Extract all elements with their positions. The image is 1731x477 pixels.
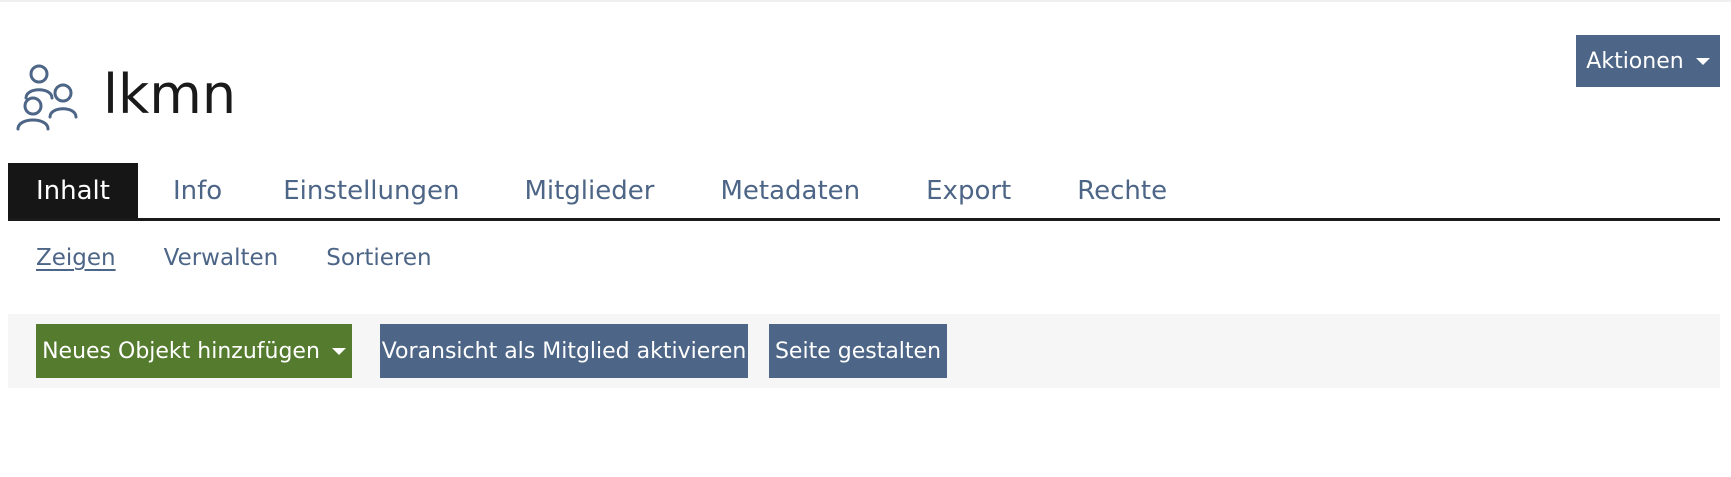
subtab-zeigen[interactable]: Zeigen [36,245,116,271]
actions-dropdown-button[interactable]: Aktionen [1576,35,1720,87]
sub-tabs: Zeigen Verwalten Sortieren [36,242,432,274]
page-header: lkmn [14,36,236,162]
preview-as-member-button[interactable]: Voransicht als Mitglied aktivieren [380,324,748,378]
subtab-sortieren[interactable]: Sortieren [326,245,431,271]
tab-einstellungen[interactable]: Einstellungen [283,163,459,218]
tab-info[interactable]: Info [173,163,222,218]
actions-label: Aktionen [1586,48,1684,74]
caret-down-icon [1695,57,1710,65]
top-divider [0,0,1731,2]
design-page-button[interactable]: Seite gestalten [769,324,947,378]
add-object-label: Neues Objekt hinzufügen [42,338,320,364]
page-title: lkmn [103,63,237,127]
tab-rechte[interactable]: Rechte [1077,163,1167,218]
tab-export[interactable]: Export [926,163,1011,218]
caret-down-icon [331,347,346,355]
add-object-button[interactable]: Neues Objekt hinzufügen [36,324,352,378]
main-tabs: Inhalt Info Einstellungen Mitglieder Met… [8,163,1720,221]
content-toolbar: Neues Objekt hinzufügen Voransicht als M… [8,314,1720,388]
subtab-verwalten[interactable]: Verwalten [164,245,279,271]
tab-metadaten[interactable]: Metadaten [720,163,860,218]
tab-mitglieder[interactable]: Mitglieder [524,163,654,218]
tab-inhalt[interactable]: Inhalt [8,163,138,218]
group-users-icon [16,64,78,131]
